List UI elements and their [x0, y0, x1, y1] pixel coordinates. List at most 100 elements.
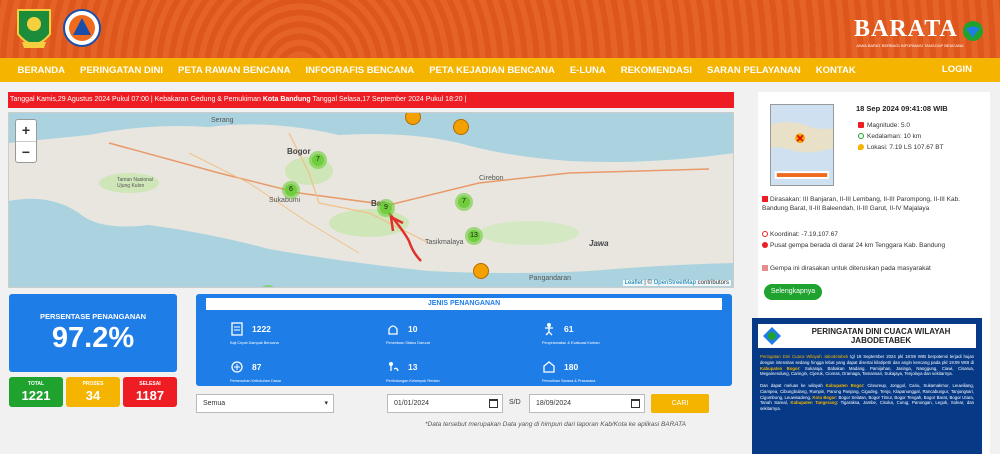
infrastructure-icon	[543, 361, 555, 373]
nav-peta-rawan-bencana[interactable]: PETA RAWAN BENCANA	[171, 65, 298, 76]
calendar-icon[interactable]	[631, 399, 640, 408]
handling-item: 1222 Kaji Cepat Dampak Bencana	[230, 322, 380, 352]
basic-needs-icon	[231, 361, 243, 373]
earthquake-magnitude: Magnitude: 5.0	[858, 122, 910, 129]
handling-item-label: Perlindungan Kelompok Rentan	[386, 379, 440, 383]
date-to-input[interactable]: 18/09/2024	[529, 394, 645, 413]
search-button[interactable]: CARI	[651, 394, 709, 413]
chevron-down-icon: ▾	[324, 400, 328, 407]
leaflet-link[interactable]: Leaflet	[625, 280, 643, 286]
nav-beranda[interactable]: BERANDA	[10, 65, 73, 76]
weather-warning-card[interactable]: PERINGATAN DINI CUACA WILAYAH JABODETABE…	[752, 318, 982, 454]
depth-text: Kedalaman: 10 km	[867, 133, 922, 140]
map-zoom-control: + −	[15, 119, 37, 163]
nav-e-luna[interactable]: E-LUNA	[562, 65, 613, 76]
login-link[interactable]: LOGIN	[942, 64, 972, 75]
handling-item-value: 87	[252, 362, 262, 372]
note-text: Gempa ini dirasakan untuk diteruskan pad…	[770, 265, 931, 272]
nav-infografis-bencana[interactable]: INFOGRAFIS BENCANA	[298, 65, 422, 76]
stat-value: 1221	[21, 388, 51, 403]
date-from-value: 01/01/2024	[394, 400, 430, 407]
coordinate-icon	[762, 231, 768, 237]
map-label-tasikmalaya: Tasikmalaya	[425, 239, 464, 246]
weather-p2-f: Kabupaten Tangerang	[790, 400, 837, 406]
more-details-button[interactable]: Selengkapnya	[764, 284, 822, 300]
map-label-taman: Taman Nasional Ujung Kulon	[117, 177, 153, 189]
nav-rekomendasi[interactable]: REKOMENDASI	[613, 65, 699, 76]
zoom-in-button[interactable]: +	[16, 120, 36, 141]
earthquake-center: Pusat gempa berada di darat 24 km Tengga…	[762, 241, 984, 250]
cluster-count: 6	[285, 184, 297, 196]
weather-p2-b: Kabupaten Bogor	[825, 382, 864, 388]
map-cluster-marker[interactable]: 6	[282, 181, 300, 199]
location-pin-icon	[858, 144, 864, 150]
magnitude-text: Magnitude: 5.0	[867, 122, 911, 129]
stat-value: 1187	[135, 388, 165, 403]
ticker-text-b: Tanggal Selasa,17 September 2024 Pukul 1…	[310, 96, 467, 103]
rescue-person-icon	[545, 323, 553, 336]
date-separator: S/D	[509, 399, 521, 406]
west-java-emblem-logo[interactable]	[14, 4, 54, 54]
center-icon	[762, 242, 768, 248]
weather-warning-body: Peringatan Dini Cuaca Wilayah Jabodetabe…	[760, 354, 974, 412]
earthquake-location: Lokasi: 7.19 LS 107.67 BT	[858, 144, 944, 151]
map-cluster-marker[interactable]: 13	[465, 227, 483, 245]
stat-selesai: SELESAI 1187	[123, 377, 177, 407]
warning-marker-icon[interactable]	[473, 263, 489, 279]
handling-item-label: Pemulihan Sarana & Prasarana	[542, 379, 596, 383]
weather-p2-d: Kota Bogor	[812, 394, 836, 400]
date-from-input[interactable]: 01/01/2024	[387, 394, 503, 413]
location-text: Lokasi: 7.19 LS 107.67 BT	[867, 144, 944, 151]
assessment-icon	[231, 322, 243, 336]
region-select[interactable]: Semua ▾	[196, 394, 334, 413]
handling-item-value: 10	[408, 324, 418, 334]
weather-warning-title: PERINGATAN DINI CUACA WILAYAH JABODETABE…	[811, 327, 951, 345]
bmkg-logo-icon	[763, 327, 781, 345]
nav-peringatan-dini[interactable]: PERINGATAN DINI	[73, 65, 171, 76]
handling-types-panel: JENIS PENANGANAN 1222 Kaji Cepat Dampak …	[196, 294, 732, 386]
felt-icon	[762, 196, 768, 202]
depth-icon	[858, 133, 864, 139]
weather-p2-a: Dan dapat meluas ke wilayah	[760, 382, 826, 388]
earthquake-note: Gempa ini dirasakan untuk diteruskan pad…	[762, 264, 984, 273]
osm-link[interactable]: OpenStreetMap	[654, 280, 696, 286]
handling-item-label: Penentuan Status Darurat	[386, 341, 430, 345]
news-ticker[interactable]: Tanggal Kamis,29 Agustus 2024 Pukul 07:0…	[8, 92, 734, 108]
earthquake-shakemap[interactable]	[770, 104, 834, 186]
nav-kontak[interactable]: KONTAK	[808, 65, 863, 76]
weather-p1-a: Peringatan Dini Cuaca Wilayah Jabodetabe…	[760, 354, 849, 359]
weather-warning-header: PERINGATAN DINI CUACA WILAYAH JABODETABE…	[758, 324, 976, 348]
stat-value: 34	[85, 388, 101, 403]
nav-peta-kejadian-bencana[interactable]: PETA KEJADIAN BENCANA	[422, 65, 563, 76]
handling-item-value: 13	[408, 362, 418, 372]
attribution-rest: contributors	[695, 280, 729, 286]
handling-item: 10 Penentuan Status Darurat	[386, 322, 536, 352]
bpbd-logo[interactable]	[62, 4, 102, 54]
ticker-text-a: Tanggal Kamis,29 Agustus 2024 Pukul 07:0…	[10, 96, 263, 103]
earthquake-time: 18 Sep 2024 09:41:08 WIB	[856, 104, 948, 113]
stat-label: PROSES	[82, 381, 104, 387]
handling-item-value: 1222	[252, 324, 271, 334]
region-select-value: Semua	[203, 400, 226, 407]
calendar-icon[interactable]	[489, 399, 498, 408]
stat-proses: PROSES 34	[66, 377, 120, 407]
map-cluster-marker[interactable]: 9	[377, 199, 395, 217]
cluster-count: 7	[458, 196, 470, 208]
map-label-jawa: Jawa	[589, 239, 609, 248]
map-cluster-marker[interactable]: 7	[309, 151, 327, 169]
nav-saran-pelayanan[interactable]: SARAN PELAYANAN	[699, 65, 808, 76]
barata-globe-icon	[963, 21, 983, 41]
disaster-map[interactable]: Serang Bogor Sukabumi Ban Tasikmalaya Ci…	[8, 112, 734, 288]
warning-marker-icon[interactable]	[453, 119, 469, 135]
stat-label: SELESAI	[139, 381, 161, 387]
barata-brand[interactable]: BARATA JAWA BARAT BERBAGI INFORMASI TANG…	[854, 10, 984, 50]
date-to-value: 18/09/2024	[536, 400, 572, 407]
ticker-highlight: Kota Bandung	[262, 96, 311, 103]
map-cluster-marker[interactable]: 7	[455, 193, 473, 211]
handling-item: 13 Perlindungan Kelompok Rentan	[386, 360, 536, 390]
cluster-count: 13	[468, 230, 480, 242]
main-navigation: BERANDA PERINGATAN DINI PETA RAWAN BENCA…	[0, 58, 1000, 82]
brand-name: BARATA	[854, 16, 958, 42]
zoom-out-button[interactable]: −	[16, 141, 36, 162]
map-attribution: Leaflet | © OpenStreetMap contributors	[622, 280, 731, 286]
